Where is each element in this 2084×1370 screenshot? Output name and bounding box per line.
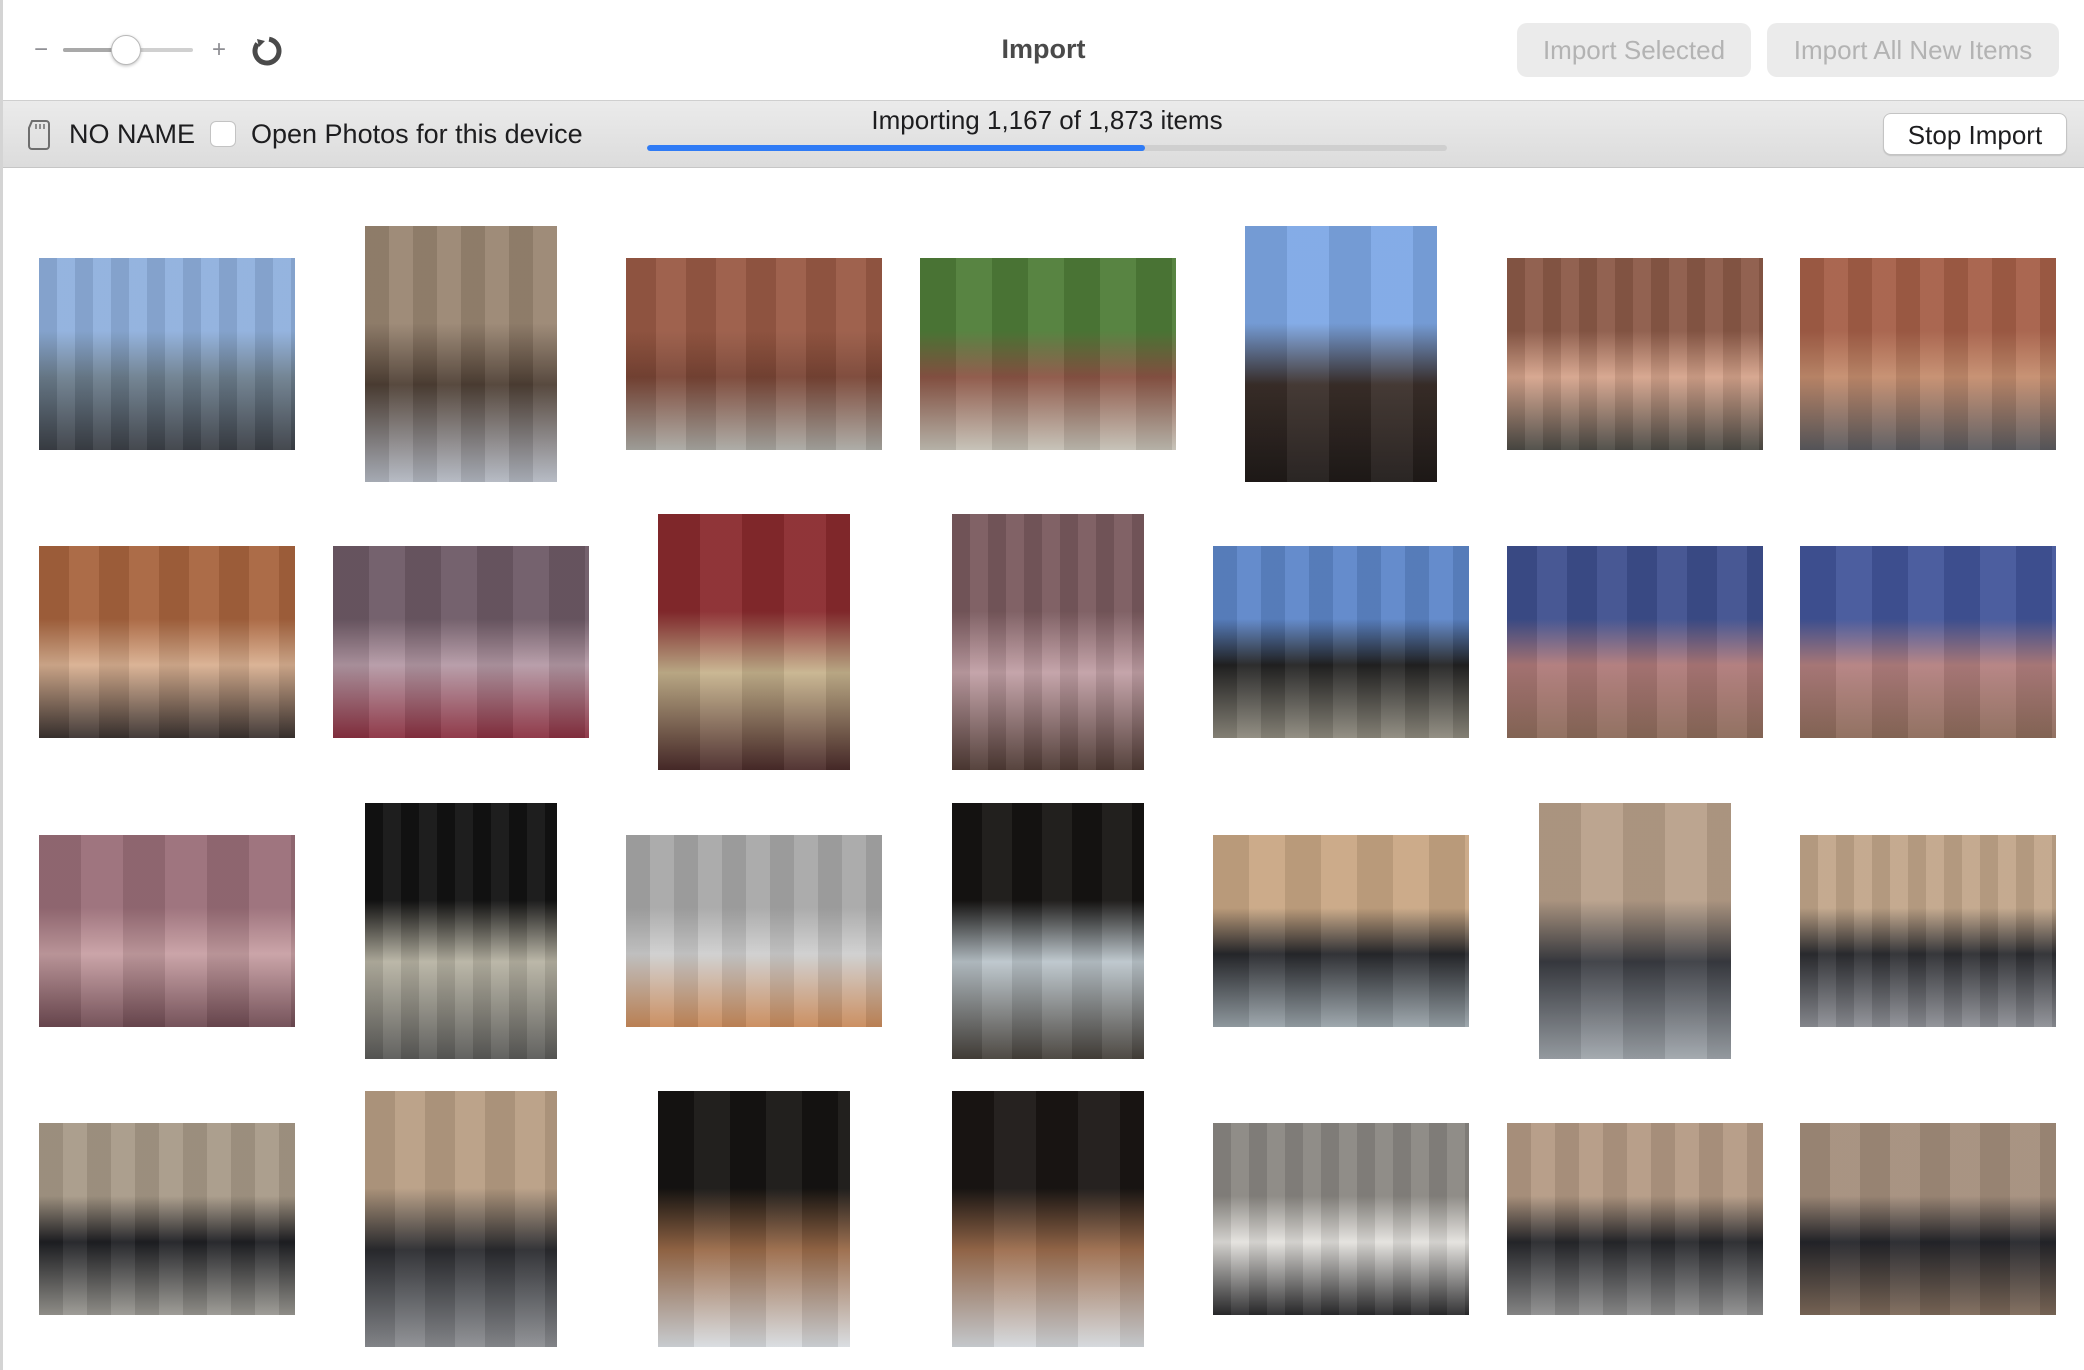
photo-thumbnail-vaulted-ceiling-star[interactable]	[626, 835, 882, 1027]
import-progress-bar	[647, 145, 1447, 151]
photo-thumbnail-courtyard-visitors[interactable]	[1800, 258, 2056, 450]
photo-texture	[1213, 1123, 1469, 1315]
photo-texture	[39, 835, 295, 1027]
toolbar: − + Import Import Selected Import All Ne…	[3, 0, 2084, 100]
photo-texture	[1539, 803, 1731, 1059]
open-photos-label[interactable]: Open Photos for this device	[251, 119, 583, 150]
stop-import-button[interactable]: Stop Import	[1883, 113, 2067, 155]
photo-thumbnail-city-hall-tower[interactable]	[1245, 226, 1437, 482]
photo-thumbnail-glass-roof-hall[interactable]	[333, 546, 589, 738]
photo-texture	[1507, 546, 1763, 738]
photo-texture	[39, 1123, 295, 1315]
photo-thumbnail-ivy-covered-courtyard[interactable]	[920, 258, 1176, 450]
photo-thumbnail-blue-hall-balcony[interactable]	[39, 546, 295, 738]
photo-texture	[1213, 835, 1469, 1027]
photo-texture	[658, 1091, 850, 1347]
photo-thumbnail-mural-column-wide[interactable]	[1539, 803, 1731, 1059]
photo-texture	[39, 258, 295, 450]
import-status-bar: NO NAME Open Photos for this device Impo…	[3, 100, 2084, 168]
photo-thumbnail-mural-column-2[interactable]	[365, 1091, 557, 1347]
photo-thumbnail-painted-ceiling-2[interactable]	[1800, 546, 2056, 738]
photo-texture	[1507, 1123, 1763, 1315]
photo-texture	[1800, 835, 2056, 1027]
photo-thumbnail-mural-hall-columns[interactable]	[1507, 1123, 1763, 1315]
photo-texture	[1800, 546, 2056, 738]
photo-texture	[1245, 226, 1437, 482]
photo-thumbnail-carved-wall-window[interactable]	[658, 1091, 850, 1347]
device-name: NO NAME	[69, 119, 196, 149]
photo-texture	[365, 803, 557, 1059]
photo-texture	[952, 514, 1144, 770]
photo-thumbnail-tall-window-2[interactable]	[952, 803, 1144, 1059]
photo-thumbnail-couple-selfie[interactable]	[1507, 258, 1763, 450]
photo-thumbnail-painted-ceiling-1[interactable]	[1507, 546, 1763, 738]
photo-texture	[920, 258, 1176, 450]
photo-texture	[1800, 1123, 2056, 1315]
photo-thumbnail-city-hall-arcade[interactable]	[626, 258, 882, 450]
photo-texture	[365, 226, 557, 482]
photo-thumbnail-mural-hall-people[interactable]	[39, 1123, 295, 1315]
photo-texture	[658, 514, 850, 770]
import-selected-button[interactable]: Import Selected	[1517, 23, 1751, 77]
photo-thumbnail-harbor-street-tram[interactable]	[39, 258, 295, 450]
import-progress-text: Importing 1,167 of 1,873 items	[871, 105, 1223, 135]
photo-texture	[365, 1091, 557, 1347]
import-progress-fill	[647, 145, 1146, 151]
photo-texture	[626, 258, 882, 450]
import-window: − + Import Import Selected Import All Ne…	[0, 0, 2084, 1370]
sd-card-icon	[28, 120, 50, 150]
import-all-new-items-button[interactable]: Import All New Items	[1767, 23, 2059, 77]
photo-texture	[952, 803, 1144, 1059]
photo-texture	[39, 546, 295, 738]
photo-thumbnail-poster-column-woman[interactable]	[365, 226, 557, 482]
photo-thumbnail-balcony-view-water[interactable]	[1213, 546, 1469, 738]
photo-thumbnail-hall-ceiling-lights[interactable]	[952, 514, 1144, 770]
photo-thumbnail-mural-gallery[interactable]	[1800, 1123, 2056, 1315]
photo-texture	[1213, 546, 1469, 738]
photo-thumbnail-mural-room-columns[interactable]	[1213, 835, 1469, 1027]
open-photos-checkbox[interactable]	[210, 121, 236, 147]
photo-texture	[952, 1091, 1144, 1347]
photo-texture	[1800, 258, 2056, 450]
photo-thumbnail-painted-ceiling-3[interactable]	[39, 835, 295, 1027]
photo-thumbnail-carved-wall-window-2[interactable]	[952, 1091, 1144, 1347]
photo-thumbnail-column-capitals[interactable]	[1213, 1123, 1469, 1315]
photo-thumbnail-council-chamber-chandelier[interactable]	[658, 514, 850, 770]
photo-thumbnail-mural-room-visitors[interactable]	[1800, 835, 2056, 1027]
photo-texture	[626, 835, 882, 1027]
photo-grid	[3, 167, 2084, 1370]
photo-thumbnail-tall-window-1[interactable]	[365, 803, 557, 1059]
photo-texture	[1507, 258, 1763, 450]
photo-texture	[333, 546, 589, 738]
